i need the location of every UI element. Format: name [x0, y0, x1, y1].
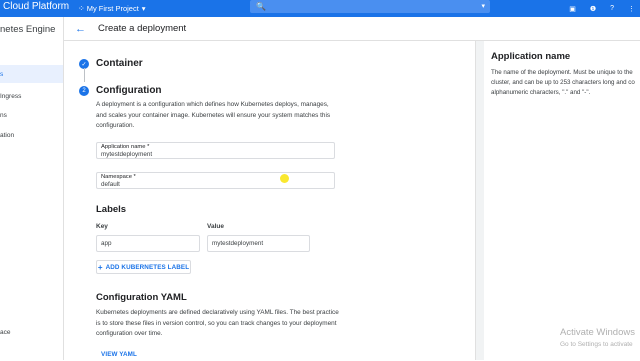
search-bar[interactable]: 🔍 ▾ [250, 0, 490, 13]
page-header: ← Create a deployment [64, 17, 640, 41]
configuration-yaml-title: Configuration YAML [96, 292, 187, 303]
field-label: Namespace * [101, 174, 136, 180]
sidebar-item-services-ingress[interactable]: Ingress [0, 87, 63, 105]
field-value[interactable]: mytestdeployment [212, 240, 263, 247]
help-panel: Application name The name of the deploym… [484, 41, 640, 360]
sidebar-item-label: Ingress [0, 92, 22, 100]
cursor-highlight [280, 174, 289, 183]
sidebar-item-applications[interactable]: ns [0, 106, 63, 124]
toolbar-icons: ▣ ❶ ? ⋮ [569, 0, 640, 17]
yaml-description: Kubernetes deployments are defined decla… [96, 309, 339, 337]
panel-divider-scrollbar[interactable] [475, 41, 484, 360]
field-value[interactable]: default [101, 181, 120, 188]
sidebar-item-label: ace [0, 328, 11, 336]
more-icon[interactable]: ⋮ [628, 5, 635, 13]
help-description: The name of the deployment. Must be uniq… [491, 69, 635, 96]
app-title[interactable]: Cloud Platform [3, 1, 69, 12]
back-arrow-icon[interactable]: ← [75, 23, 86, 35]
sidebar-item-label: ns [0, 111, 7, 119]
label-value-input[interactable]: mytestdeployment [207, 235, 310, 252]
search-icon: 🔍 [256, 2, 266, 11]
step-configuration-title: Configuration [96, 85, 162, 96]
view-yaml-button[interactable]: VIEW YAML [96, 347, 142, 361]
activate-windows-title: Activate Windows [560, 327, 635, 338]
key-header: Key [96, 223, 108, 230]
top-bar: Cloud Platform ⁘ My First Project ▾ 🔍 ▾ … [0, 0, 640, 17]
label-key-input[interactable]: app [96, 235, 200, 252]
sidebar: netes Engine s Ingress ns ation ace [0, 17, 64, 360]
search-dropdown-icon[interactable]: ▾ [481, 2, 485, 10]
plus-icon: + [97, 262, 103, 272]
application-name-field[interactable]: Application name * mytestdeployment [96, 142, 335, 159]
dropdown-icon: ▾ [141, 4, 146, 13]
help-icon[interactable]: ? [610, 5, 614, 12]
step-number-badge: 2 [79, 86, 89, 96]
field-value[interactable]: mytestdeployment [101, 151, 152, 158]
step-container-title[interactable]: Container [96, 58, 143, 69]
step-connector [83, 68, 85, 82]
sidebar-item-workloads[interactable]: s [0, 65, 63, 83]
field-value[interactable]: app [101, 240, 112, 247]
page-title: Create a deployment [98, 23, 187, 34]
labels-title: Labels [96, 204, 127, 215]
notifications-icon[interactable]: ❶ [590, 5, 596, 13]
field-label: Application name * [101, 144, 150, 150]
project-dots-icon: ⁘ [78, 4, 85, 13]
project-selector[interactable]: ⁘ My First Project ▾ [78, 0, 146, 17]
sidebar-item-label: s [0, 70, 4, 78]
namespace-field[interactable]: Namespace * default [96, 172, 335, 189]
sidebar-item-label: ation [0, 131, 15, 139]
value-header: Value [207, 223, 224, 230]
project-label: My First Project [86, 4, 139, 13]
sidebar-item-marketplace[interactable]: ace [0, 323, 63, 341]
button-label: VIEW YAML [101, 350, 137, 358]
add-kubernetes-label-button[interactable]: + ADD KUBERNETES LABEL [96, 260, 191, 274]
help-title: Application name [491, 51, 571, 62]
configuration-description: A deployment is a configuration which de… [96, 101, 331, 129]
activate-windows-subtitle: Go to Settings to activate [560, 341, 633, 348]
terminal-icon[interactable]: ▣ [569, 5, 576, 13]
sidebar-item-configuration[interactable]: ation [0, 126, 63, 144]
button-label: ADD KUBERNETES LABEL [105, 263, 190, 271]
sidebar-title: netes Engine [0, 24, 56, 35]
main-content: ✓ Container 2 Configuration A deployment… [64, 41, 476, 360]
